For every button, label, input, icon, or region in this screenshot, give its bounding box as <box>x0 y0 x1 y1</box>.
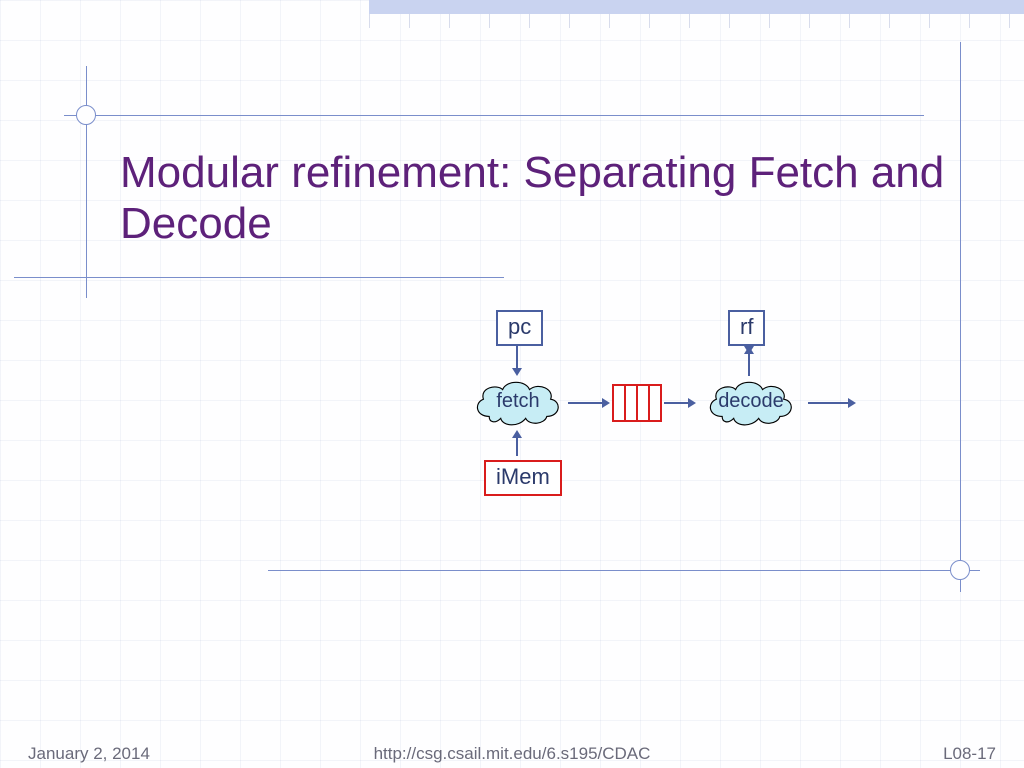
imem-box: iMem <box>484 460 562 496</box>
deco-circle <box>950 560 970 580</box>
arrow-fifo-to-decode <box>664 402 688 404</box>
imem-label: iMem <box>496 464 550 489</box>
footer-url: http://csg.csail.mit.edu/6.s195/CDAC <box>0 744 1024 764</box>
fifo-slot <box>650 386 660 420</box>
fifo-slot <box>614 386 626 420</box>
decode-cloud: decode <box>696 378 806 428</box>
slide-title: Modular refinement: Separating Fetch and… <box>120 148 984 249</box>
fifo-slot <box>638 386 650 420</box>
diagram-area: pc rf fetch decode <box>456 310 896 540</box>
pc-label: pc <box>508 314 531 339</box>
pc-box: pc <box>496 310 543 346</box>
deco-line <box>14 277 504 278</box>
deco-circle <box>76 105 96 125</box>
deco-line <box>960 42 961 592</box>
deco-line <box>86 66 87 298</box>
fifo-buffer <box>612 384 662 422</box>
rf-label: rf <box>740 314 753 339</box>
arrow-decode-to-rf <box>748 354 750 376</box>
deco-line <box>268 570 980 571</box>
arrow-pc-to-fetch <box>516 346 518 368</box>
footer-slide: L08-17 <box>943 744 996 764</box>
fifo-slot <box>626 386 638 420</box>
arrow-imem-to-fetch <box>516 438 518 456</box>
fetch-cloud: fetch <box>470 378 566 428</box>
decode-label: decode <box>696 390 806 413</box>
fetch-label: fetch <box>470 390 566 413</box>
top-accent-bar <box>369 0 1024 14</box>
deco-line <box>64 115 924 116</box>
slide-root: Modular refinement: Separating Fetch and… <box>0 0 1024 768</box>
rf-box: rf <box>728 310 765 346</box>
arrow-fetch-to-fifo <box>568 402 602 404</box>
arrow-decode-out <box>808 402 848 404</box>
